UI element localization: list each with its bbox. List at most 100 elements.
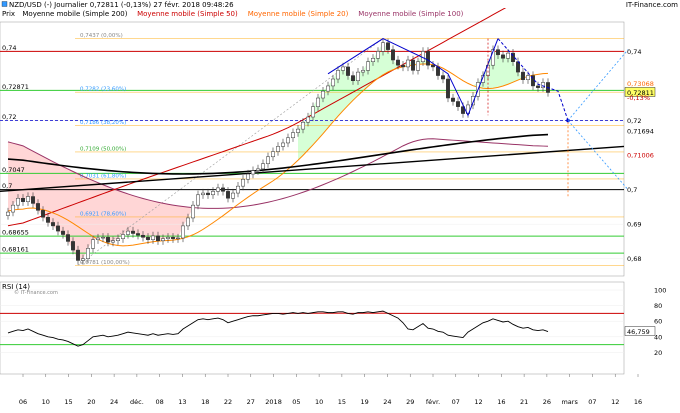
x-axis-label: 06 [19, 398, 27, 406]
candle-body [401, 64, 405, 68]
candle-body [46, 217, 50, 223]
y-axis-label: 0,71006 [627, 151, 654, 159]
left-level-label: 0,72 [2, 113, 16, 121]
legend-item: Moyenne mobile (Simple 200) [22, 10, 127, 18]
candle-body [206, 192, 210, 196]
x-axis-label: 24 [383, 398, 391, 406]
y-axis-label: 0,74 [627, 48, 641, 56]
candle-body [446, 78, 450, 99]
candle-body [411, 59, 415, 71]
chart-svg: 0,7437 (0,00%) 0,7282 (23,60%) 0,7186 (38,… [0, 0, 680, 406]
candle-body [111, 240, 115, 243]
chart-container: 0,7437 (0,00%) 0,7282 (23,60%) 0,7186 (38,… [0, 0, 680, 409]
candle-body [371, 58, 375, 62]
rsi-last-label: 46,759 [627, 328, 650, 336]
candle-body [276, 146, 280, 152]
candle-body [451, 97, 455, 102]
candle-body [61, 230, 65, 235]
x-axis-label: 12 [474, 398, 482, 406]
candle-body [291, 132, 295, 139]
candle-body [181, 225, 185, 239]
y-axis-label: 0,68 [627, 255, 641, 263]
x-axis-label: 08 [156, 398, 164, 406]
candle-body [201, 192, 205, 196]
x-axis-label: 12 [611, 398, 619, 406]
candle-body [331, 78, 335, 87]
candle-body [286, 137, 290, 144]
x-axis-label: 20 [87, 398, 95, 406]
left-level-label: 0,74 [2, 44, 16, 52]
x-axis-label: 10 [42, 398, 50, 406]
candle-body [351, 75, 355, 81]
candle-body [301, 121, 305, 130]
candle-body [246, 173, 250, 180]
x-axis-label: 05 [292, 398, 300, 406]
x-axis-label: 24 [110, 398, 118, 406]
candle-body [71, 241, 75, 251]
candle-body [341, 66, 345, 71]
candle-body [496, 49, 500, 56]
candle-body [316, 97, 320, 107]
left-level-label: 0,68161 [2, 246, 29, 254]
candle-body [326, 85, 330, 92]
candle-body [166, 237, 170, 239]
candle-body [391, 49, 395, 61]
candle-body [11, 204, 15, 213]
candle-body [386, 42, 390, 50]
candle-body [426, 51, 430, 66]
legend-item: Moyenne mobile (Simple 100) [358, 10, 463, 18]
y-axis-label: 0,71694 [627, 128, 654, 136]
header-title: NZD/USD (-) Journalier 0,72811 (-0,13%) … [9, 1, 234, 9]
x-axis-label: 15 [64, 398, 72, 406]
candle-body [231, 192, 235, 199]
candle-body [161, 238, 165, 242]
candle-body [196, 194, 200, 206]
candle-body [126, 230, 130, 235]
x-axis-label: 26 [543, 398, 551, 406]
candle-body [236, 185, 240, 194]
x-axis-label: mars [561, 398, 578, 406]
candle-body [456, 101, 460, 107]
candle-body [406, 59, 410, 68]
y-axis-label: 0,7 [627, 186, 637, 194]
fib-label: 0,6921 (78,60%) [80, 211, 126, 217]
candle-body [241, 178, 245, 187]
rsi-tick-label: 80 [654, 302, 662, 310]
candle-body [41, 210, 45, 218]
x-axis-label: 18 [201, 398, 209, 406]
candle-body [131, 230, 135, 234]
fib-label: 0,6781 (100,00%) [80, 260, 130, 266]
candle-body [176, 237, 180, 240]
candle-body [226, 191, 230, 199]
fib-label: 0,7186 (38,20%) [80, 120, 126, 126]
instrument-icon [1, 1, 8, 7]
candle-body [296, 128, 300, 133]
candle-body [526, 75, 530, 80]
candle-body [216, 187, 220, 192]
candle-body [76, 249, 80, 261]
left-level-label: 0,7 [2, 182, 12, 190]
x-axis-label: 15 [338, 398, 346, 406]
candle-body [151, 235, 155, 240]
rsi-tick-label: 60 [654, 318, 662, 326]
legend-item: Moyenne mobile (Simple 50) [137, 10, 238, 18]
candle-body [221, 187, 225, 192]
candle-body [396, 59, 400, 66]
candle-body [21, 197, 25, 202]
candle-body [356, 71, 360, 81]
candle-body [261, 163, 265, 170]
candle-body [306, 116, 310, 123]
candle-body [191, 204, 195, 219]
x-axis-label: 10 [315, 398, 323, 406]
x-axis-label: 13 [178, 398, 186, 406]
candle-body [336, 70, 340, 80]
y-axis-label: 0,73068 [627, 80, 654, 88]
x-axis-label: 16 [634, 398, 642, 406]
watermark: © IT-Finance.com [14, 289, 58, 296]
rsi-tick-label: 20 [654, 349, 662, 357]
candle-body [156, 235, 160, 242]
candle-body [141, 234, 145, 238]
candle-body [271, 151, 275, 158]
x-axis-label: 19 [361, 398, 369, 406]
left-level-label: 0,72871 [2, 83, 29, 91]
